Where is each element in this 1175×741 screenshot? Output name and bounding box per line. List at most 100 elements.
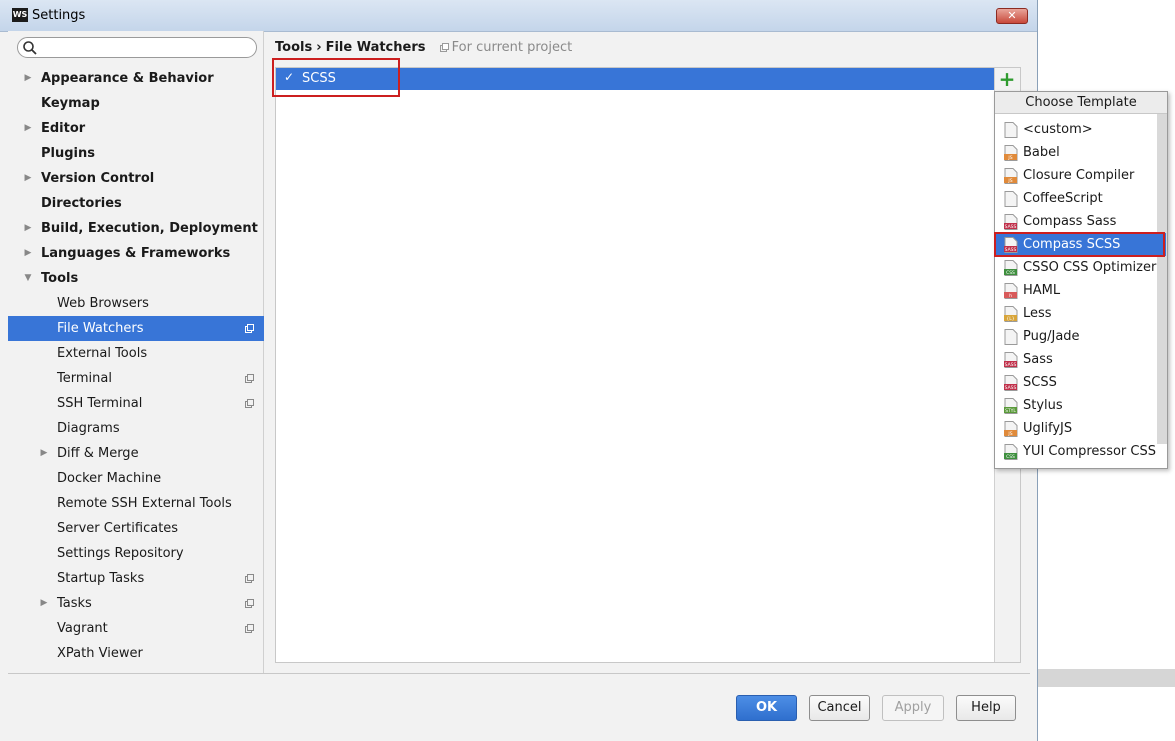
collapsed-arrow-icon[interactable]: ▶ (38, 441, 50, 466)
collapsed-arrow-icon[interactable]: ▶ (22, 66, 34, 91)
template-label: Closure Compiler (1023, 168, 1135, 183)
sidebar-item[interactable]: SSH Terminal (8, 391, 264, 416)
collapsed-arrow-icon[interactable]: ▶ (22, 116, 34, 141)
sidebar-item-label: Version Control (41, 171, 155, 186)
breadcrumb-separator: › (316, 40, 322, 55)
svg-text:STYL: STYL (1005, 408, 1016, 414)
sidebar-item[interactable]: Settings Repository (8, 541, 264, 566)
sidebar-item-label: Web Browsers (57, 296, 149, 311)
template-label: HAML (1023, 283, 1061, 298)
sidebar-item[interactable]: ▶ Languages & Frameworks (8, 241, 264, 266)
sidebar-item[interactable]: Keymap (8, 91, 264, 116)
file-watchers-list (275, 67, 1021, 663)
popup-title: Choose Template (995, 92, 1167, 114)
sidebar-item[interactable]: ▶ Build, Execution, Deployment (8, 216, 264, 241)
sidebar-item[interactable]: Terminal (8, 366, 264, 391)
template-label: Sass (1023, 352, 1053, 367)
popup-scrollbar[interactable] (1157, 114, 1167, 444)
sidebar-item[interactable]: Diagrams (8, 416, 264, 441)
apply-button[interactable]: Apply (882, 695, 944, 721)
project-scope-icon (439, 43, 449, 52)
sidebar-item-label: File Watchers (57, 321, 144, 336)
sidebar-item[interactable]: Web Browsers (8, 291, 264, 316)
collapsed-arrow-icon[interactable]: ▶ (22, 166, 34, 191)
sidebar-item-label: Directories (41, 196, 122, 211)
search-icon (23, 41, 37, 55)
template-item[interactable]: Pug/Jade (996, 325, 1156, 348)
search-input[interactable] (17, 37, 257, 58)
sidebar-item-label: Vagrant (57, 621, 108, 636)
template-item[interactable]: h HAML (996, 279, 1156, 302)
template-item[interactable]: CoffeeScript (996, 187, 1156, 210)
sidebar-item-label: Languages & Frameworks (41, 246, 231, 261)
expanded-arrow-icon[interactable]: ▼ (22, 266, 34, 291)
template-label: UglifyJS (1023, 421, 1073, 436)
template-label: CSSO CSS Optimizer (1023, 260, 1157, 275)
add-watcher-button[interactable]: + (998, 69, 1016, 89)
template-label: YUI Compressor CSS (1023, 444, 1156, 459)
sidebar-item[interactable]: Docker Machine (8, 466, 264, 491)
template-item[interactable]: CSS YUI Compressor CSS (996, 440, 1156, 463)
window-title: Settings (32, 8, 86, 23)
sidebar-item-label: Editor (41, 121, 86, 136)
sidebar-item[interactable]: ▶ Diff & Merge (8, 441, 264, 466)
sidebar-item-label: Remote SSH External Tools (57, 496, 232, 511)
sidebar-item[interactable]: File Watchers (8, 316, 264, 341)
collapsed-arrow-icon[interactable]: ▶ (22, 216, 34, 241)
svg-text:SASS: SASS (1005, 224, 1017, 230)
sass-file-icon: SASS (1004, 375, 1018, 391)
sidebar-item-label: Appearance & Behavior (41, 71, 214, 86)
template-item[interactable]: SASS Sass (996, 348, 1156, 371)
breadcrumb-parent[interactable]: Tools (275, 40, 312, 55)
template-item[interactable]: {L} Less (996, 302, 1156, 325)
sidebar-item[interactable]: External Tools (8, 341, 264, 366)
template-label: Stylus (1023, 398, 1063, 413)
sidebar-item[interactable]: Directories (8, 191, 264, 216)
ok-button[interactable]: OK (736, 695, 797, 721)
sidebar-item[interactable]: ▶ Tasks (8, 591, 264, 616)
svg-text:SASS: SASS (1005, 385, 1017, 391)
help-button[interactable]: Help (956, 695, 1016, 721)
sidebar-item-label: Tools (41, 271, 79, 286)
close-button[interactable]: ✕ (996, 8, 1028, 24)
collapsed-arrow-icon[interactable]: ▶ (38, 591, 50, 616)
template-item[interactable]: JS Babel (996, 141, 1156, 164)
sidebar-item-label: Build, Execution, Deployment (41, 221, 258, 236)
project-scope-icon (245, 324, 254, 333)
sidebar-item[interactable]: ▶ Editor (8, 116, 264, 141)
file-icon (1004, 122, 1018, 138)
project-scope-icon (245, 599, 254, 608)
sidebar-item-label: Docker Machine (57, 471, 162, 486)
sidebar-item[interactable]: ▶ Version Control (8, 166, 264, 191)
sidebar-item-label: SSH Terminal (57, 396, 143, 411)
sidebar-item[interactable]: ▶ Appearance & Behavior (8, 66, 264, 91)
sidebar-item[interactable]: ▼ Tools (8, 266, 264, 291)
sidebar-item-label: Server Certificates (57, 521, 179, 536)
sidebar-item[interactable]: XPath Viewer (8, 641, 264, 666)
template-item[interactable]: SASS SCSS (996, 371, 1156, 394)
cancel-button[interactable]: Cancel (809, 695, 870, 721)
breadcrumb-current: File Watchers (325, 40, 426, 55)
sidebar-item[interactable]: Remote SSH External Tools (8, 491, 264, 516)
sidebar-item[interactable]: Plugins (8, 141, 264, 166)
template-item[interactable]: SASS Compass Sass (996, 210, 1156, 233)
template-item[interactable]: STYL Stylus (996, 394, 1156, 417)
sidebar-item-label: External Tools (57, 346, 148, 361)
js-file-icon: JS (1004, 168, 1018, 184)
css-file-icon: CSS (1004, 444, 1018, 460)
template-item[interactable]: CSS CSSO CSS Optimizer (996, 256, 1156, 279)
svg-text:SASS: SASS (1005, 362, 1017, 368)
project-scope-icon (245, 374, 254, 383)
template-item[interactable]: <custom> (996, 118, 1156, 141)
template-item[interactable]: JS UglifyJS (996, 417, 1156, 440)
svg-text:JS: JS (1007, 431, 1012, 437)
sidebar-item[interactable]: Vagrant (8, 616, 264, 641)
sidebar-item[interactable]: Startup Tasks (8, 566, 264, 591)
template-label: CoffeeScript (1023, 191, 1103, 206)
template-label: Babel (1023, 145, 1060, 160)
collapsed-arrow-icon[interactable]: ▶ (22, 241, 34, 266)
pug-icon (1004, 329, 1018, 345)
title-bar (0, 0, 1037, 32)
sidebar-item[interactable]: Server Certificates (8, 516, 264, 541)
template-item[interactable]: JS Closure Compiler (996, 164, 1156, 187)
